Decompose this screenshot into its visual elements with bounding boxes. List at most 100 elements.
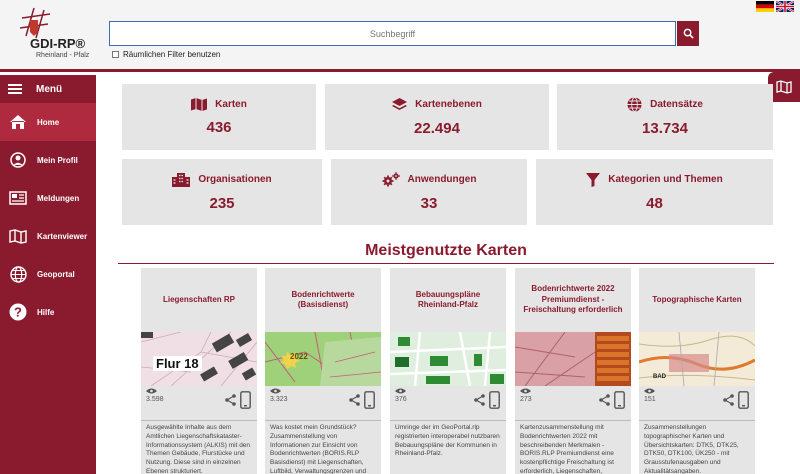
- stat-tile-layers[interactable]: Kartenebenen 22.494: [325, 84, 549, 150]
- question-icon: ?: [9, 303, 27, 321]
- english-flag-icon[interactable]: [776, 1, 794, 12]
- search-input[interactable]: [110, 22, 675, 45]
- filter-icon: [586, 172, 601, 187]
- map-card[interactable]: Bodenrichtwerte (Basisdienst) 2022 3.323…: [265, 268, 381, 474]
- map-card[interactable]: Liegenschaften RP Flur 18 3.598 Ausgewäh…: [141, 268, 257, 474]
- stat-tile-applications[interactable]: Anwendungen 33: [331, 159, 527, 225]
- home-icon: [10, 115, 26, 129]
- land-value-map-thumbnail: [265, 332, 381, 386]
- sidebar-item-label: Mein Profil: [37, 155, 78, 165]
- spatial-filter[interactable]: Räumlichen Filter benutzen: [112, 50, 220, 59]
- header: GDI-RP® Rheinland - Pfalz Räumlichen Fil…: [0, 0, 800, 72]
- globe-icon: [9, 265, 27, 283]
- card-image-label: BAD: [653, 374, 666, 380]
- stat-tile-datasets[interactable]: Datensätze 13.734: [557, 84, 773, 150]
- gears-icon: [382, 172, 400, 187]
- sidebar-item-label: Hilfe: [37, 307, 55, 317]
- map-card[interactable]: Bebauungspläne Rheinland-Pfalz 376 Umrin…: [390, 268, 506, 474]
- sidebar-item-label: Geoportal: [37, 269, 75, 279]
- share-icon[interactable]: [474, 394, 485, 406]
- stat-value: 22.494: [414, 119, 460, 137]
- card-thumbnail[interactable]: [390, 332, 506, 386]
- globe-icon: [627, 97, 642, 112]
- sidebar-item-news[interactable]: Meldungen: [0, 179, 96, 217]
- mobile-icon[interactable]: [614, 391, 625, 409]
- card-title[interactable]: Bodenrichtwerte (Basisdienst): [265, 268, 381, 332]
- map-icon: [191, 98, 208, 111]
- mobile-icon[interactable]: [489, 391, 500, 409]
- card-title[interactable]: Bodenrichtwerte 2022 Premiumdienst - Fre…: [515, 268, 631, 332]
- card-description: Zusammenstellungen topographischer Karte…: [639, 420, 755, 474]
- sidebar-item-label: Meldungen: [37, 193, 80, 203]
- gdi-rp-logo[interactable]: GDI-RP® Rheinland - Pfalz: [8, 6, 92, 66]
- section-divider: [118, 263, 774, 264]
- card-view-count: 376: [395, 396, 407, 403]
- user-icon: [10, 152, 26, 168]
- menu-toggle[interactable]: Menü: [0, 75, 96, 103]
- svg-text:?: ?: [14, 305, 22, 320]
- sidebar-item-label: Kartenviewer: [37, 231, 88, 241]
- eye-icon: [395, 388, 406, 394]
- map-icon: [9, 228, 27, 244]
- stat-value: 13.734: [642, 120, 688, 137]
- hamburger-icon: [8, 84, 22, 94]
- map-card[interactable]: Topographische Karten BAD 151 Zusammenst…: [639, 268, 755, 474]
- stat-value: 235: [209, 194, 235, 212]
- section-title: Meistgenutzte Karten: [365, 242, 527, 259]
- share-icon[interactable]: [349, 394, 360, 406]
- stat-tile-organisations[interactable]: Organisationen 235: [122, 159, 322, 225]
- card-title[interactable]: Bebauungspläne Rheinland-Pfalz: [390, 268, 506, 332]
- mobile-icon[interactable]: [364, 391, 375, 409]
- card-description: Was kostet mein Grundstück? Zusammenstel…: [265, 420, 381, 474]
- stat-label: Karten: [215, 99, 247, 110]
- card-thumbnail[interactable]: BAD: [639, 332, 755, 386]
- card-title[interactable]: Topographische Karten: [639, 268, 755, 332]
- card-view-count: 151: [644, 396, 656, 403]
- stat-label: Kartenebenen: [415, 99, 482, 110]
- share-icon[interactable]: [225, 394, 236, 406]
- search-button[interactable]: [677, 21, 699, 46]
- mobile-icon[interactable]: [240, 391, 251, 409]
- sidebar-item-profile[interactable]: Mein Profil: [0, 141, 96, 179]
- card-view-count: 273: [520, 396, 532, 403]
- stat-tile-maps[interactable]: Karten 436: [122, 84, 316, 150]
- map-icon: [776, 80, 792, 94]
- share-icon[interactable]: [723, 394, 734, 406]
- map-card[interactable]: Bodenrichtwerte 2022 Premiumdienst - Fre…: [515, 268, 631, 474]
- stat-label: Anwendungen: [407, 174, 477, 185]
- menu-label: Menü: [36, 83, 63, 95]
- logo-title: GDI-RP®: [30, 36, 86, 51]
- stat-tile-categories[interactable]: Kategorien und Themen 48: [536, 159, 773, 225]
- sidebar-item-home[interactable]: Home: [0, 103, 96, 141]
- card-thumbnail[interactable]: [515, 332, 631, 386]
- search-icon: [683, 28, 694, 39]
- sidebar-item-geoportal[interactable]: Geoportal: [0, 255, 96, 293]
- sidebar-item-help[interactable]: ? Hilfe: [0, 293, 96, 331]
- eye-icon: [520, 388, 531, 394]
- card-thumbnail[interactable]: Flur 18: [141, 332, 257, 386]
- land-value-premium-map-thumbnail: [515, 332, 631, 386]
- german-flag-icon[interactable]: [756, 1, 774, 12]
- development-plan-map-thumbnail: [390, 332, 506, 386]
- share-icon[interactable]: [599, 394, 610, 406]
- card-image-label: Flur 18: [153, 356, 202, 371]
- sidebar-item-mapviewer[interactable]: Kartenviewer: [0, 217, 96, 255]
- spatial-filter-checkbox[interactable]: [112, 51, 119, 58]
- card-view-count: 3.598: [146, 396, 164, 403]
- card-view-count: 3.323: [270, 396, 288, 403]
- sidebar: Menü Home Mein Profil Meldungen Kartenvi…: [0, 75, 96, 474]
- search-box: [109, 21, 676, 46]
- stat-value: 48: [646, 194, 663, 212]
- stat-value: 436: [206, 119, 232, 136]
- stat-label: Datensätze: [650, 99, 703, 110]
- stat-label: Kategorien und Themen: [608, 174, 723, 185]
- card-image-label: 2022: [290, 352, 308, 361]
- card-description: Ausgewählte Inhalte aus dem Amtlichen Li…: [141, 420, 257, 474]
- card-title[interactable]: Liegenschaften RP: [141, 268, 257, 332]
- eye-icon: [270, 388, 281, 394]
- sidebar-item-label: Home: [37, 117, 60, 127]
- spatial-filter-label: Räumlichen Filter benutzen: [123, 50, 221, 59]
- card-thumbnail[interactable]: 2022: [265, 332, 381, 386]
- mobile-icon[interactable]: [738, 391, 749, 409]
- stat-value: 33: [420, 195, 438, 212]
